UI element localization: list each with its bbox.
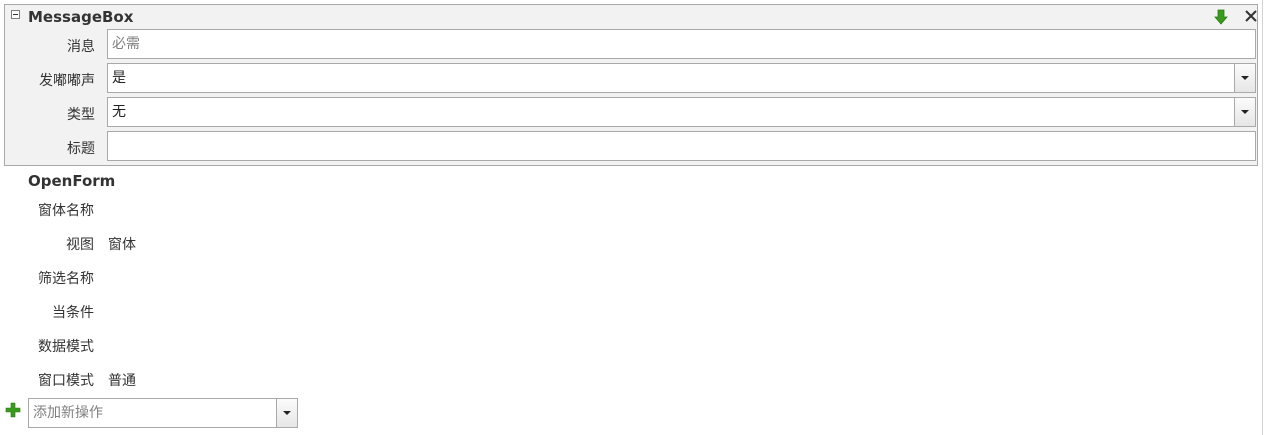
add-new-action-placeholder: 添加新操作 [33, 405, 103, 421]
message-input[interactable]: 必需 [107, 29, 1256, 59]
add-icon[interactable] [5, 402, 21, 418]
filter-name-label: 筛选名称 [38, 271, 94, 287]
close-icon[interactable] [1243, 8, 1259, 24]
pane-right-border [1262, 0, 1263, 435]
view-value[interactable]: 窗体 [108, 234, 136, 254]
window-mode-value[interactable]: 普通 [108, 370, 136, 390]
form-name-label: 窗体名称 [38, 203, 94, 219]
move-down-icon[interactable] [1213, 9, 1229, 25]
view-label: 视图 [66, 237, 94, 253]
messagebox-action-block[interactable]: MessageBox 消息 必需 发嘟嘟声 是 类型 无 标题 [4, 4, 1258, 166]
beep-label: 发嘟嘟声 [39, 73, 95, 89]
type-dropdown-button[interactable] [1234, 98, 1255, 126]
add-action-dropdown-button[interactable] [276, 399, 297, 427]
collapse-icon[interactable] [11, 10, 20, 19]
title-input[interactable] [107, 131, 1256, 161]
where-condition-label: 当条件 [52, 305, 94, 321]
beep-select[interactable]: 是 [107, 63, 1256, 93]
message-label: 消息 [67, 39, 95, 55]
data-mode-label: 数据模式 [38, 339, 94, 355]
title-label: 标题 [67, 141, 95, 157]
type-select[interactable]: 无 [107, 97, 1256, 127]
beep-value: 是 [112, 70, 126, 86]
add-new-action-select[interactable]: 添加新操作 [28, 398, 298, 428]
type-label: 类型 [67, 107, 95, 123]
beep-dropdown-button[interactable] [1234, 64, 1255, 92]
openform-title[interactable]: OpenForm [28, 172, 115, 190]
messagebox-title: MessageBox [28, 8, 134, 26]
window-mode-label: 窗口模式 [38, 373, 94, 389]
type-value: 无 [112, 104, 126, 120]
